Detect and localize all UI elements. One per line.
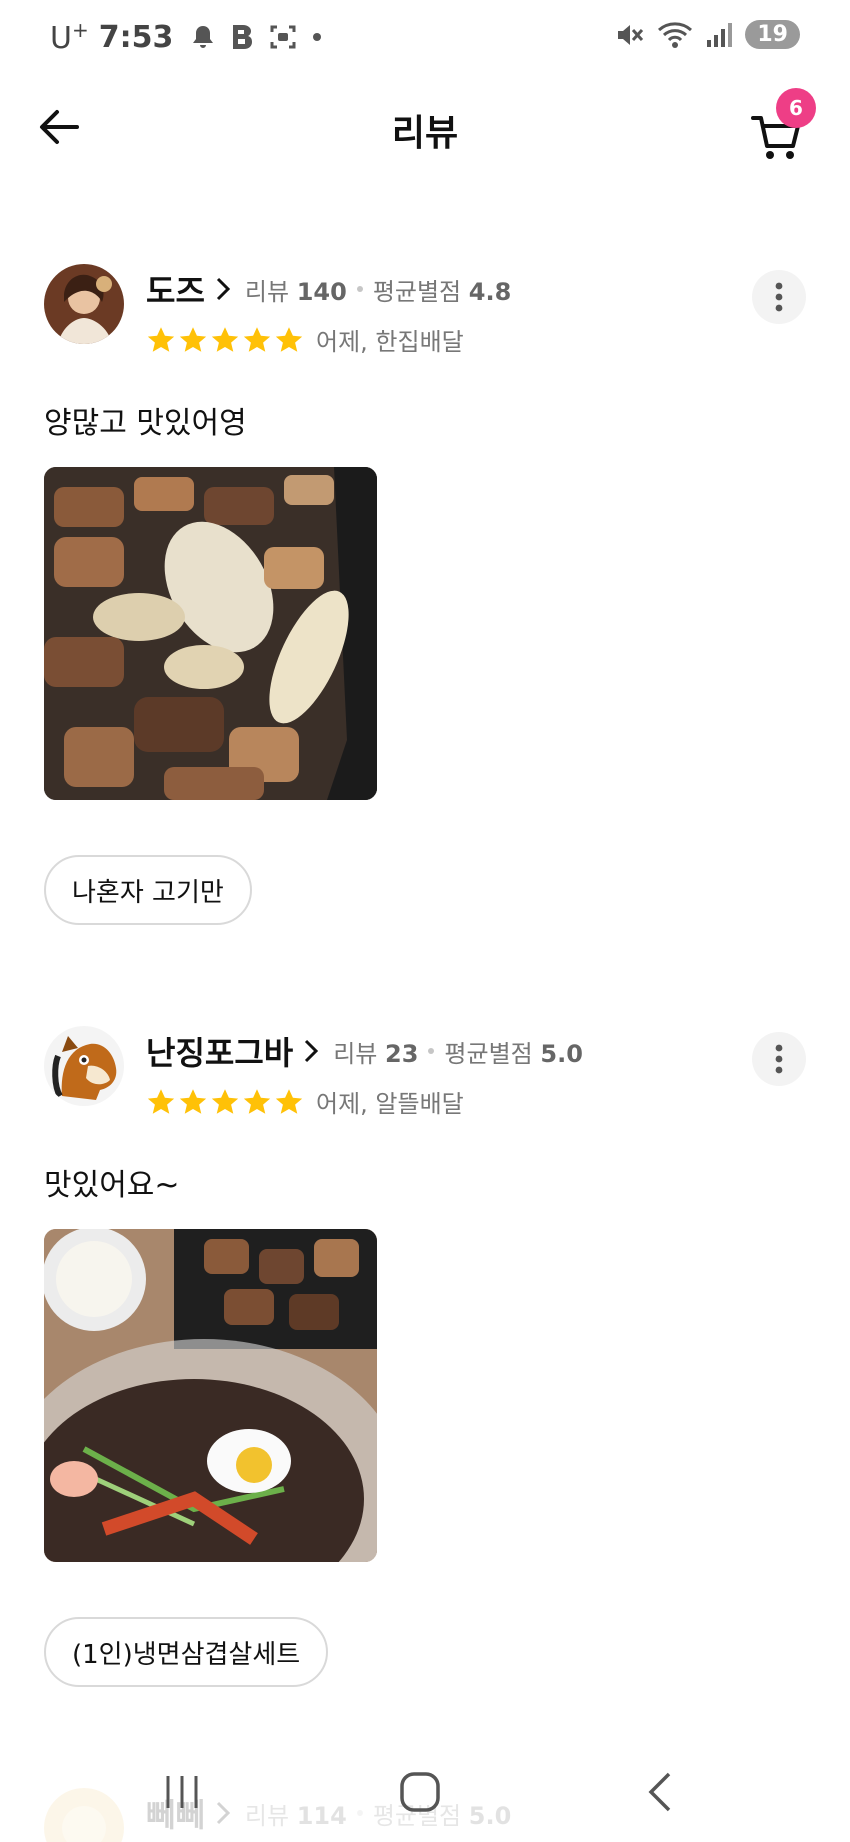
star-icon [211, 326, 239, 352]
status-bar: U+ 7:53 19 [0, 0, 850, 80]
reviewer-name[interactable]: 난징포그바 [146, 1028, 293, 1074]
screenshot-icon [270, 25, 296, 49]
star-icon [179, 326, 207, 352]
star-icon [275, 1088, 303, 1114]
review-card: 도즈 리뷰 140 평균별점 4.8 어제, 한집배달 양많고 맛있어영 나혼자… [0, 250, 850, 950]
notification-dot-icon [313, 33, 322, 41]
review-photo[interactable] [44, 467, 377, 800]
nav-back-button[interactable] [630, 1762, 690, 1822]
signal-icon [707, 22, 733, 47]
status-time: 7:53 [98, 19, 174, 55]
more-options-button[interactable] [752, 1032, 806, 1086]
star-icon [211, 1088, 239, 1114]
chevron-right-icon[interactable] [215, 276, 231, 302]
rating-line: 어제, 한집배달 [146, 322, 464, 357]
review-text: 양많고 맛있어영 [44, 406, 247, 441]
star-icon [179, 1088, 207, 1114]
ordered-menu-chip[interactable]: 나혼자 고기만 [44, 855, 252, 925]
app-header: 리뷰 6 [0, 80, 850, 180]
star-icon [275, 326, 303, 352]
review-date-delivery: 어제, 한집배달 [316, 328, 464, 356]
star-rating [146, 326, 304, 354]
review-date-delivery: 어제, 알뜰배달 [316, 1090, 464, 1118]
review-count: 리뷰 140 [244, 277, 347, 306]
reviewer-name[interactable]: 도즈 [146, 266, 205, 312]
separator-dot [428, 1048, 435, 1054]
review-card: 난징포그바 리뷰 23 평균별점 5.0 어제, 알뜰배달 맛있어요~ (1인)… [0, 1012, 850, 1712]
more-vertical-icon [775, 1044, 783, 1074]
avatar[interactable] [44, 264, 124, 344]
star-rating [146, 1088, 304, 1116]
rating-line: 어제, 알뜰배달 [146, 1084, 464, 1119]
cart-count-badge: 6 [776, 88, 816, 128]
average-rating: 평균별점 5.0 [444, 1039, 583, 1068]
b-app-icon [233, 25, 253, 49]
review-photo[interactable] [44, 1229, 377, 1562]
carrier-label: U+ [50, 18, 89, 56]
average-rating: 평균별점 4.8 [372, 277, 512, 306]
star-icon [243, 326, 271, 352]
ordered-menu-chip[interactable]: (1인)냉면삼겹살세트 [44, 1617, 329, 1687]
battery-indicator: 19 [745, 20, 800, 49]
star-icon [147, 1088, 175, 1114]
reviewer-info: 도즈 리뷰 140 평균별점 4.8 [146, 266, 511, 312]
recent-apps-icon [166, 1776, 198, 1808]
review-text: 맛있어요~ [44, 1168, 180, 1203]
star-icon [243, 1088, 271, 1114]
avatar[interactable] [44, 1026, 124, 1106]
wifi-icon [658, 21, 693, 48]
star-icon [147, 326, 175, 352]
separator-dot [356, 286, 363, 292]
home-icon [400, 1772, 440, 1812]
mute-icon [618, 24, 644, 45]
review-count: 리뷰 23 [333, 1039, 419, 1068]
bell-icon [193, 26, 214, 48]
system-navigation-bar [0, 1742, 850, 1842]
more-options-button[interactable] [752, 270, 806, 324]
more-vertical-icon [775, 282, 783, 312]
chevron-left-icon [648, 1772, 671, 1812]
recent-apps-button[interactable] [152, 1762, 212, 1822]
page-title: 리뷰 [391, 113, 459, 154]
home-button[interactable] [390, 1762, 450, 1822]
reviewer-info: 난징포그바 리뷰 23 평균별점 5.0 [146, 1028, 583, 1074]
chevron-right-icon[interactable] [303, 1038, 319, 1064]
